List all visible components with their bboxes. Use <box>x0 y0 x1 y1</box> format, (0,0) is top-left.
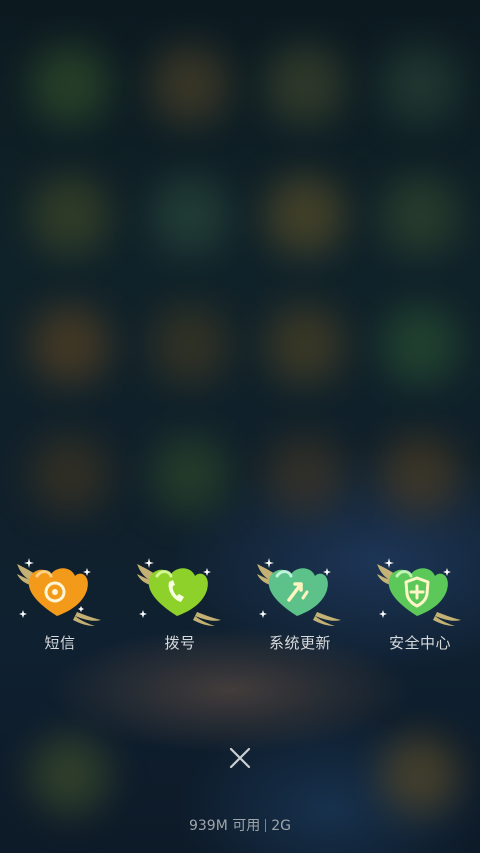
recent-apps-screen: 短信 拨号 系统更新 安全中心 939M 可用 2G <box>0 0 480 853</box>
blurred-app-icon <box>150 305 230 385</box>
memory-status: 939M 可用 2G <box>0 815 480 835</box>
app-item-system-update[interactable]: 系统更新 <box>240 540 360 670</box>
app-label: 拨号 <box>164 634 196 652</box>
blurred-app-icon <box>30 175 110 255</box>
blurred-app-icon <box>265 305 345 385</box>
blurred-app-icon <box>265 175 345 255</box>
app-label: 安全中心 <box>388 634 451 652</box>
blurred-background <box>0 0 480 853</box>
blurred-app-icon <box>380 175 460 255</box>
memory-available-text: 939M 可用 <box>188 818 261 834</box>
app-item-dialer[interactable]: 拨号 <box>120 540 240 670</box>
blurred-app-icon <box>380 45 460 125</box>
close-icon <box>229 747 251 769</box>
blurred-app-icon <box>380 435 460 515</box>
blurred-app-icon <box>265 45 345 125</box>
blurred-app-icon <box>30 305 110 385</box>
message-heart-icon <box>17 558 101 626</box>
blurred-app-icon <box>150 45 230 125</box>
app-item-security-center[interactable]: 安全中心 <box>360 540 480 670</box>
blurred-app-icon <box>380 305 460 385</box>
recent-apps-row: 短信 拨号 系统更新 安全中心 <box>0 540 480 670</box>
blurred-app-icon <box>150 175 230 255</box>
app-label: 短信 <box>44 634 76 652</box>
blurred-app-icon <box>30 45 110 125</box>
phone-heart-icon <box>137 558 221 626</box>
app-label: 系统更新 <box>268 634 331 652</box>
blurred-app-icon <box>265 435 345 515</box>
update-heart-icon <box>257 558 341 626</box>
clear-all-button[interactable] <box>222 740 258 776</box>
blurred-app-icon <box>30 735 110 815</box>
divider <box>265 819 267 832</box>
network-type-text: 2G <box>271 818 292 834</box>
blurred-app-icon <box>150 435 230 515</box>
shield-heart-icon <box>377 558 461 626</box>
blurred-app-icon <box>380 735 460 815</box>
blurred-app-icon <box>30 435 110 515</box>
app-item-messages[interactable]: 短信 <box>0 540 120 670</box>
